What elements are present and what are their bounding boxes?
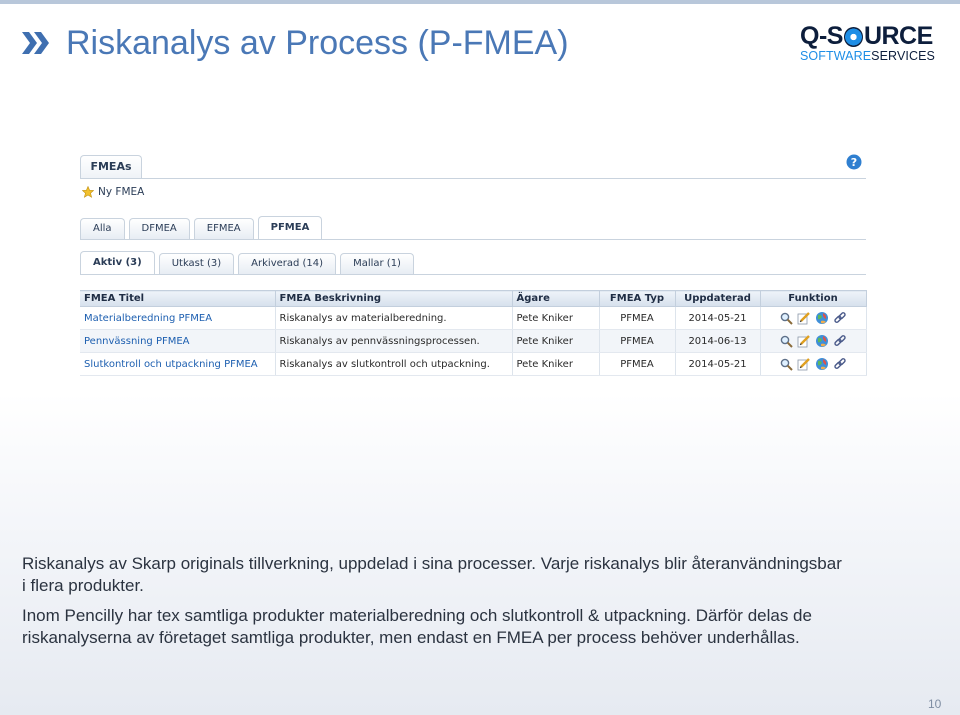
column-header-updated[interactable]: Uppdaterad (675, 290, 761, 307)
tab-utkast[interactable]: Utkast (3) (158, 253, 235, 275)
body-line-3: Inom Pencilly har tex samtliga produkter… (22, 606, 812, 625)
link-icon[interactable] (833, 334, 847, 348)
tab-mallar[interactable]: Mallar (1) (340, 253, 414, 275)
table-row[interactable]: Pennvässning PFMEA Riskanalys av pennväss… (80, 329, 867, 353)
cell-updated: 2014-05-21 (675, 352, 761, 376)
cell-description: Riskanalys av materialberedning. (275, 306, 513, 330)
tab-aktiv[interactable]: Aktiv (3) (80, 251, 155, 275)
cell-owner: Pete Kniker (512, 329, 600, 353)
pencil-edit-icon[interactable] (797, 311, 811, 325)
cell-owner: Pete Kniker (512, 306, 600, 330)
pencil-edit-icon[interactable] (797, 334, 811, 348)
cell-type: PFMEA (599, 352, 676, 376)
status-tabs: Aktiv (3) Utkast (3) Arkiverad (14) Mall… (80, 251, 418, 275)
cell-type: PFMEA (599, 329, 676, 353)
column-header-owner[interactable]: Ägare (512, 290, 600, 307)
column-header-description[interactable]: FMEA Beskrivning (275, 290, 513, 307)
page-number: 10 (928, 697, 942, 711)
cell-description: Riskanalys av slutkontroll och utpacknin… (275, 352, 513, 376)
star-icon (82, 186, 94, 198)
cell-title[interactable]: Slutkontroll och utpackning PFMEA (80, 352, 276, 376)
fmea-app-screenshot: FMEAs ? Ny FMEA Alla DFMEA EFMEA PFMEA A… (80, 150, 867, 380)
cell-updated: 2014-05-21 (675, 306, 761, 330)
logo-text-left: Q-S (800, 22, 843, 50)
cell-updated: 2014-06-13 (675, 329, 761, 353)
status-tabs-rule (80, 274, 866, 275)
column-header-type[interactable]: FMEA Typ (599, 290, 676, 307)
double-chevron-icon (22, 32, 49, 54)
magnifier-icon[interactable] (780, 335, 793, 348)
type-tabs-rule (80, 239, 866, 240)
globe-icon[interactable] (815, 334, 829, 348)
cell-owner: Pete Kniker (512, 352, 600, 376)
tab-dfmea[interactable]: DFMEA (128, 218, 190, 240)
table-header-row: FMEA Titel FMEA Beskrivning Ägare FMEA T… (80, 290, 867, 307)
link-icon[interactable] (833, 357, 847, 371)
table-row[interactable]: Materialberedning PFMEA Riskanalys av mat… (80, 306, 867, 330)
q-source-logo: Q-S URCE SOFTWARESERVICES (800, 24, 946, 64)
globe-icon[interactable] (815, 357, 829, 371)
table-row[interactable]: Slutkontroll och utpackning PFMEA Riskana… (80, 352, 867, 376)
svg-text:?: ? (851, 156, 857, 169)
body-text: Riskanalys av Skarp originals tillverkni… (22, 553, 942, 649)
logo-text-right: URCE (863, 22, 933, 50)
cell-title[interactable]: Materialberedning PFMEA (80, 306, 276, 330)
magnifier-icon[interactable] (780, 312, 793, 325)
new-fmea-link[interactable]: Ny FMEA (82, 186, 144, 198)
cell-function (760, 306, 867, 330)
cell-function (760, 329, 867, 353)
logo-sub-left: SOFTWARE (800, 49, 872, 63)
new-fmea-label: Ny FMEA (98, 186, 145, 198)
logo-sub-right: SERVICES (871, 49, 935, 63)
tab-efmea[interactable]: EFMEA (193, 218, 254, 240)
column-header-function: Funktion (760, 290, 867, 307)
link-icon[interactable] (833, 311, 847, 325)
cell-title[interactable]: Pennvässning PFMEA (80, 329, 276, 353)
cell-function (760, 352, 867, 376)
pencil-edit-icon[interactable] (797, 357, 811, 371)
column-header-title[interactable]: FMEA Titel (80, 290, 276, 307)
tab-alla[interactable]: Alla (80, 218, 125, 240)
top-rule (0, 0, 960, 4)
tab-arkiverad[interactable]: Arkiverad (14) (238, 253, 337, 275)
cell-description: Riskanalys av pennvässningsprocessen. (275, 329, 513, 353)
tab-fmeas[interactable]: FMEAs (80, 155, 142, 179)
body-line-1: Riskanalys av Skarp originals tillverkni… (22, 554, 842, 573)
help-icon[interactable]: ? (846, 154, 862, 170)
cell-type: PFMEA (599, 306, 676, 330)
type-tabs: Alla DFMEA EFMEA PFMEA (80, 216, 326, 240)
app-header-rule (80, 178, 866, 179)
body-line-4: riskanalyserna av företaget samtliga pro… (22, 628, 800, 647)
globe-icon[interactable] (815, 311, 829, 325)
fmea-table: FMEA Titel FMEA Beskrivning Ägare FMEA T… (80, 290, 867, 376)
body-line-2: i flera produkter. (22, 576, 144, 595)
slide-title: Riskanalys av Process (P-FMEA) (66, 24, 569, 62)
logo-o-icon (843, 26, 863, 47)
magnifier-icon[interactable] (780, 358, 793, 371)
tab-pfmea[interactable]: PFMEA (257, 216, 323, 240)
